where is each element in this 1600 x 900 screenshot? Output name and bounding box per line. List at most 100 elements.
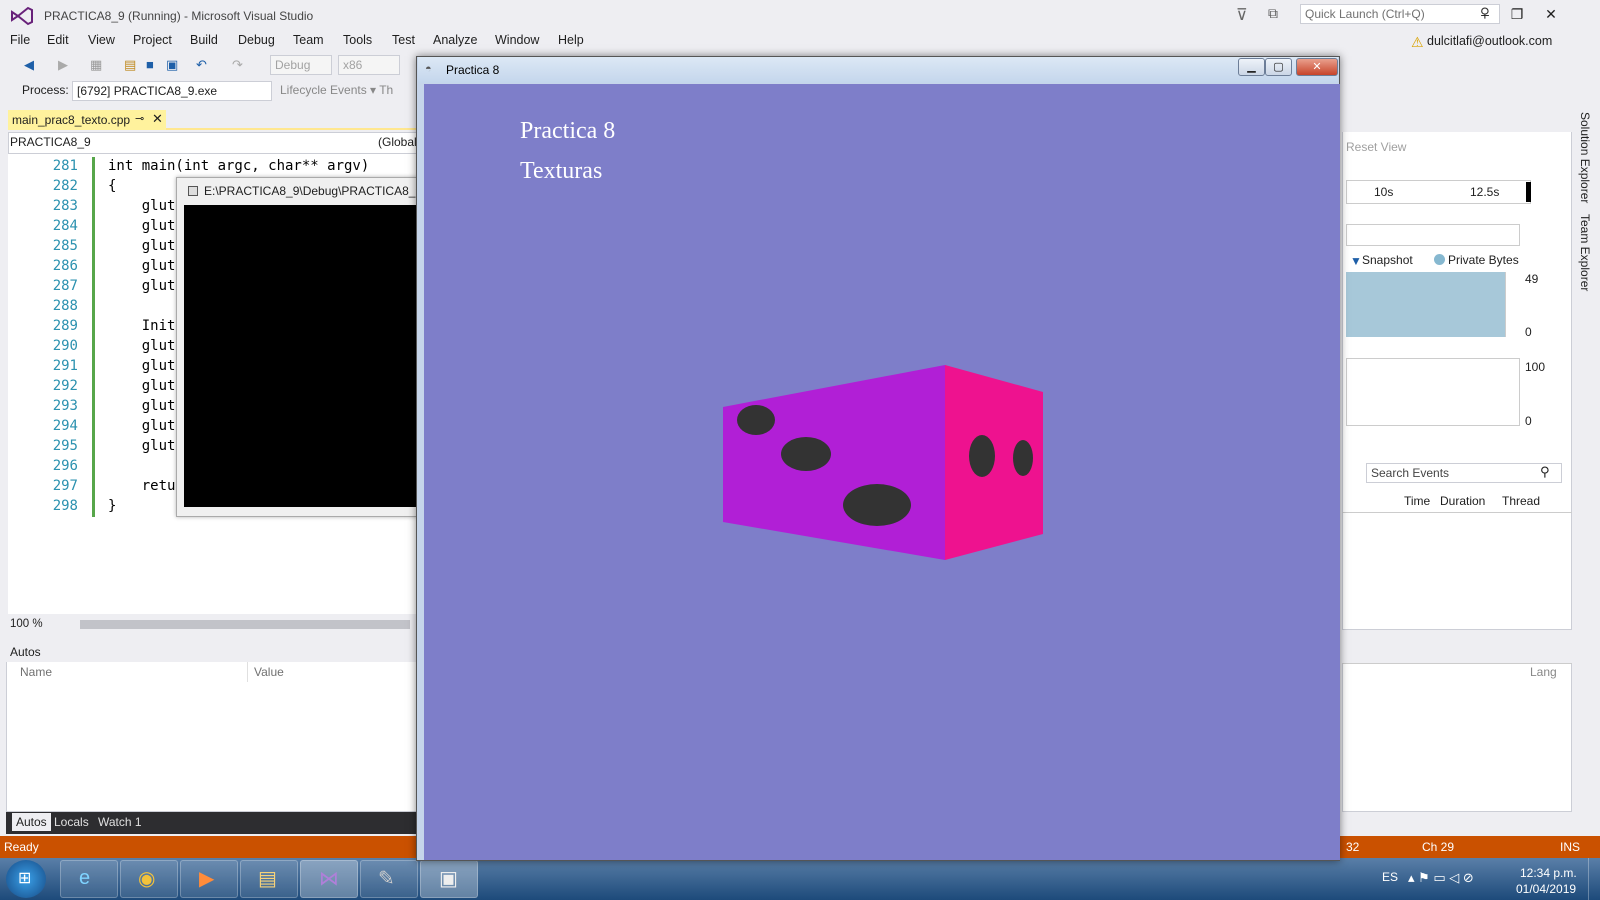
cpu-chart[interactable] <box>1346 358 1520 426</box>
scope-dropdown[interactable]: (Global <box>378 135 417 149</box>
timeline-cursor[interactable] <box>1526 182 1531 202</box>
events-column-duration[interactable]: Duration <box>1440 494 1485 508</box>
line-number: 297 <box>52 478 78 494</box>
process-label: Process: <box>22 83 69 97</box>
process-select[interactable]: [6792] PRACTICA8_9.exe <box>72 81 272 101</box>
taskbar-opengl-app[interactable]: ▣ <box>420 860 478 898</box>
taskbar-gimp[interactable]: ✎ <box>360 860 418 898</box>
console-output[interactable] <box>184 205 418 507</box>
tab-autos[interactable]: Autos <box>12 813 51 831</box>
menu-project[interactable]: Project <box>133 33 172 47</box>
menu-tools[interactable]: Tools <box>343 33 372 47</box>
quick-launch-input[interactable]: Quick Launch (Ctrl+Q) <box>1300 4 1500 24</box>
close-tab-icon[interactable]: ✕ <box>152 111 163 127</box>
events-divider <box>1342 512 1572 513</box>
opengl-window-titlebar[interactable] <box>418 57 1338 83</box>
feedback-icon[interactable]: ⧉ <box>1268 5 1278 22</box>
menu-debug[interactable]: Debug <box>238 33 275 47</box>
menu-test[interactable]: Test <box>392 33 415 47</box>
line-number: 290 <box>52 338 78 354</box>
code-text: { <box>108 178 117 194</box>
status-insert-mode: INS <box>1560 840 1581 854</box>
code-line[interactable]: 281 int main(int argc, char** argv) <box>8 156 418 176</box>
undo-icon[interactable]: ↶ <box>196 57 207 73</box>
show-desktop-button[interactable] <box>1588 858 1600 900</box>
code-text: glut <box>108 198 176 214</box>
memory-max-label: 49 <box>1525 272 1539 286</box>
menu-build[interactable]: Build <box>190 33 218 47</box>
tray-icons[interactable]: ▴ ⚑ ▭ ◁ ⊘ <box>1408 870 1474 886</box>
code-text: retu <box>108 478 176 494</box>
code-text: int main(int argc, char** argv) <box>108 158 370 174</box>
opengl-window-title: Practica 8 <box>446 63 500 77</box>
platform-select[interactable]: x86 <box>338 55 400 75</box>
configuration-select[interactable]: Debug <box>270 55 332 75</box>
application-icon: ▣ <box>439 868 458 890</box>
horizontal-scrollbar[interactable] <box>80 620 410 629</box>
reset-view-button[interactable]: Reset View <box>1346 140 1406 154</box>
autos-column-name[interactable]: Name <box>20 665 52 679</box>
code-text: } <box>108 498 117 514</box>
menu-window[interactable]: Window <box>495 33 539 47</box>
taskbar-media-player[interactable]: ▶ <box>180 860 238 898</box>
redo-icon[interactable]: ↷ <box>232 57 243 73</box>
restore-button[interactable]: ❐ <box>1504 4 1530 24</box>
folder-icon: ▤ <box>258 868 277 890</box>
new-project-icon[interactable]: ▦ <box>90 57 102 73</box>
column-language[interactable]: Lang <box>1530 665 1557 679</box>
taskbar-explorer[interactable]: ▤ <box>240 860 298 898</box>
menu-analyze[interactable]: Analyze <box>433 33 477 47</box>
menu-view[interactable]: View <box>88 33 115 47</box>
events-column-time[interactable]: Time <box>1404 494 1430 508</box>
save-all-icon[interactable]: ▣ <box>166 57 178 73</box>
filter-icon[interactable]: ⊽ <box>1236 5 1248 25</box>
taskbar-ie[interactable]: e <box>60 860 118 898</box>
tray-time[interactable]: 12:34 p.m. <box>1520 866 1577 880</box>
search-icon[interactable]: ⚲ <box>1540 464 1550 480</box>
visual-studio-logo-icon <box>11 6 33 26</box>
cube-front-face <box>723 365 945 560</box>
visual-studio-icon: ⋈ <box>319 868 339 890</box>
internet-explorer-icon: e <box>79 867 91 889</box>
lifecycle-trailing: Th <box>379 83 394 97</box>
pin-icon[interactable]: ⊸ <box>135 112 144 125</box>
menu-edit[interactable]: Edit <box>47 33 69 47</box>
open-icon[interactable]: ▤ <box>124 57 136 73</box>
project-dropdown[interactable]: PRACTICA8_9 <box>10 135 91 149</box>
forward-icon[interactable]: ▶ <box>58 57 68 73</box>
line-number: 292 <box>52 378 78 394</box>
taskbar-visual-studio[interactable]: ⋈ <box>300 860 358 898</box>
menu-help[interactable]: Help <box>558 33 584 47</box>
line-number: 284 <box>52 218 78 234</box>
opengl-minimize-button[interactable]: ▁ <box>1238 58 1265 76</box>
taskbar-chrome[interactable]: ◉ <box>120 860 178 898</box>
tab-locals[interactable]: Locals <box>54 815 89 829</box>
save-icon[interactable]: ■ <box>146 57 154 72</box>
autos-panel <box>6 642 418 812</box>
minimize-button[interactable]: – <box>1472 4 1498 24</box>
tray-date[interactable]: 01/04/2019 <box>1516 882 1576 896</box>
window-title: PRACTICA8_9 (Running) - Microsoft Visual… <box>44 9 314 23</box>
tab-solution-explorer[interactable]: Solution Explorer <box>1578 112 1592 203</box>
tab-watch1[interactable]: Watch 1 <box>98 815 142 829</box>
tray-language[interactable]: ES <box>1382 870 1398 884</box>
code-text: glut <box>108 238 176 254</box>
code-text: glut <box>108 418 176 434</box>
menu-file[interactable]: File <box>10 33 30 47</box>
account-name[interactable]: dulcitlafi@outlook.com <box>1427 34 1552 48</box>
lifecycle-label: Lifecycle Events <box>280 83 367 97</box>
column-divider <box>247 662 248 682</box>
opengl-close-button[interactable]: ✕ <box>1296 58 1338 76</box>
close-button[interactable]: ✕ <box>1538 4 1564 24</box>
tab-team-explorer[interactable]: Team Explorer <box>1578 214 1592 291</box>
menu-team[interactable]: Team <box>293 33 324 47</box>
back-icon[interactable]: ◀ <box>24 57 34 73</box>
process-memory-chart[interactable] <box>1346 272 1506 337</box>
events-column-thread[interactable]: Thread <box>1502 494 1540 508</box>
lifecycle-events-dropdown[interactable]: Lifecycle Events ▾ Th <box>280 83 393 97</box>
zoom-select[interactable]: 100 % <box>10 618 43 630</box>
autos-column-value[interactable]: Value <box>254 665 284 679</box>
line-number: 295 <box>52 438 78 454</box>
search-events-input[interactable]: Search Events <box>1366 463 1562 483</box>
opengl-maximize-button[interactable]: ▢ <box>1265 58 1292 76</box>
